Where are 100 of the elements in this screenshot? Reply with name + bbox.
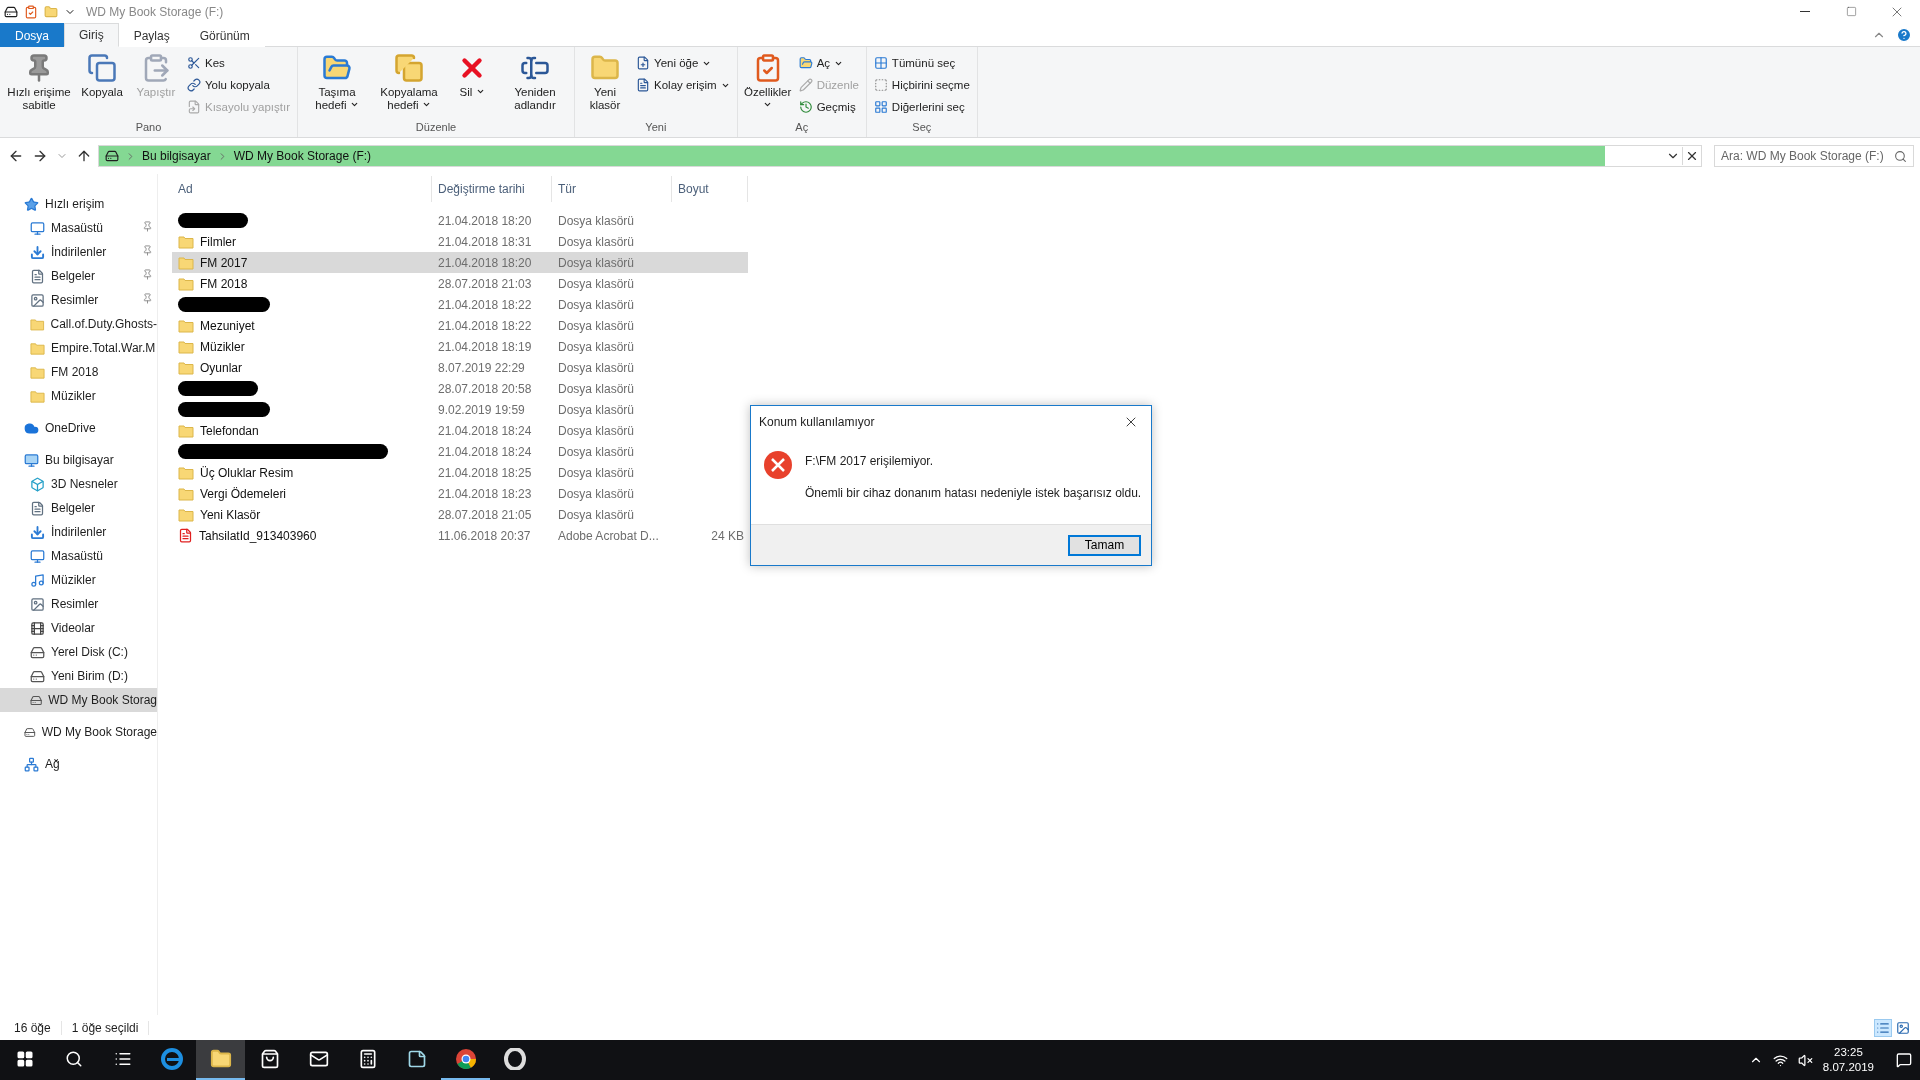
download-icon xyxy=(30,244,45,260)
ribbon-button[interactable]: Kopyalama hedefi xyxy=(374,49,444,121)
ribbon-button[interactable]: Yeni klasör xyxy=(579,49,631,121)
notepad-icon xyxy=(406,1049,427,1069)
computer-icon xyxy=(24,452,39,468)
sidebar-item[interactable]: Müzikler xyxy=(51,573,96,587)
sidebar-item[interactable]: Ağ xyxy=(45,757,60,771)
ok-button[interactable]: Tamam xyxy=(1068,534,1141,556)
folder-icon xyxy=(30,340,45,356)
document-icon xyxy=(30,500,45,516)
folder-icon xyxy=(30,364,45,380)
column-header[interactable]: Tür xyxy=(552,176,672,202)
drive-icon[interactable] xyxy=(4,4,18,19)
file-name[interactable]: Üç Oluklar Resim xyxy=(200,465,294,480)
date-cell-text: 21.04.2018 18:20 xyxy=(437,213,533,228)
sidebar-item[interactable]: Videolar xyxy=(51,621,95,635)
sidebar-item[interactable]: Resimler xyxy=(51,597,99,611)
error-heading: F:\FM 2017 erişilemiyor. xyxy=(805,454,935,468)
date-cell-text: 28.07.2018 20:58 xyxy=(437,381,533,396)
clock-date[interactable]: 8.07.2019 xyxy=(1822,1060,1874,1075)
ribbon-button[interactable]: Yeni öğe xyxy=(633,52,733,74)
date-cell-text: 8.07.2019 22:29 xyxy=(437,360,526,375)
sidebar-item[interactable]: OneDrive xyxy=(45,421,96,435)
path-icon xyxy=(187,78,201,92)
sidebar-item[interactable]: Müzikler xyxy=(51,389,96,403)
file-name[interactable]: Oyunlar xyxy=(200,360,243,375)
sidebar-item[interactable]: WD My Book Storage xyxy=(41,725,157,739)
error-message: Önemli bir cihaz donanım hatası nedeniyle istek başarısız oldu. xyxy=(805,486,1142,500)
ribbon-button[interactable]: Geçmiş xyxy=(795,96,862,118)
sidebar-item[interactable]: Masaüstü xyxy=(51,221,104,235)
ribbon-button[interactable]: Kopyala xyxy=(76,49,128,121)
cube-icon xyxy=(30,476,45,492)
ribbon-tab[interactable]: Giriş xyxy=(64,23,119,47)
type-cell-text: Dosya klasörü xyxy=(557,423,636,438)
film-icon xyxy=(30,620,45,636)
ribbon-button[interactable]: Yeniden adlandır xyxy=(500,49,570,121)
ribbon-button[interactable]: Taşıma hedefi xyxy=(302,49,372,121)
breadcrumb[interactable]: WD My Book Storage (F:) xyxy=(233,149,372,163)
sidebar-item[interactable]: Call.of.Duty.Ghosts- xyxy=(50,317,157,331)
file-name[interactable]: TahsilatId_913403960 xyxy=(199,528,317,543)
sidebar-item[interactable]: Resimler xyxy=(51,293,99,307)
file-name[interactable]: Filmler xyxy=(200,234,236,249)
sidebar-item[interactable]: Belgeler xyxy=(51,501,96,515)
ribbon-button[interactable]: Aç xyxy=(795,52,862,74)
properties-icon[interactable] xyxy=(24,4,38,19)
folder-icon xyxy=(178,317,194,334)
open-icon xyxy=(798,56,813,70)
details-view-button[interactable] xyxy=(1874,1018,1892,1037)
mute-icon[interactable] xyxy=(1797,1052,1813,1068)
sidebar-item[interactable]: Empire.Total.War.M xyxy=(51,341,156,355)
sidebar-item[interactable]: Bu bilgisayar xyxy=(45,453,114,467)
ribbon-button[interactable]: Hızlı erişime sabitle xyxy=(4,49,74,121)
clock-time[interactable]: 23:25 xyxy=(1834,1045,1863,1060)
sidebar-item[interactable]: Hızlı erişim xyxy=(45,197,105,211)
ribbon-button[interactable]: Hiçbirini seçme xyxy=(870,74,973,96)
file-name[interactable]: Vergi Ödemeleri xyxy=(200,486,287,501)
column-header[interactable]: Boyut xyxy=(672,176,748,202)
file-name[interactable]: Yeni Klasör xyxy=(200,507,261,522)
shopping-bag-icon xyxy=(259,1049,280,1069)
file-name[interactable]: Müzikler xyxy=(200,339,245,354)
ribbon-tab[interactable]: Dosya xyxy=(0,23,64,47)
sidebar-item[interactable]: Masaüstü xyxy=(51,549,104,563)
address-bar[interactable]: Bu bilgisayar WD My Book Storage (F:) xyxy=(98,145,1702,167)
file-name[interactable]: FM 2017 xyxy=(200,255,248,270)
sidebar-item[interactable]: Yeni Birim (D:) xyxy=(51,669,128,683)
drive-icon xyxy=(105,149,119,163)
search-field[interactable]: Ara: WD My Book Storage (F:) xyxy=(1714,145,1914,167)
type-cell-text: Dosya klasörü xyxy=(557,444,636,459)
file-name[interactable]: Telefondan xyxy=(200,423,259,438)
sidebar-item[interactable]: Belgeler xyxy=(51,269,96,283)
picture-icon xyxy=(30,292,45,308)
ribbon-button[interactable]: Yolu kopyala xyxy=(184,74,293,96)
column-header[interactable]: Ad xyxy=(172,176,432,202)
taskbar-folder-button[interactable] xyxy=(196,1040,245,1080)
sidebar-item[interactable]: Yerel Disk (C:) xyxy=(51,645,128,659)
column-header[interactable]: Değiştirme tarihi xyxy=(432,176,552,202)
breadcrumb[interactable]: Bu bilgisayar xyxy=(142,149,211,163)
folder-icon xyxy=(178,506,194,523)
ribbon-button[interactable]: Diğerlerini seç xyxy=(870,96,973,118)
ribbon-button[interactable]: Tümünü seç xyxy=(870,52,973,74)
file-name[interactable]: Mezuniyet xyxy=(200,318,255,333)
group-label: Seç xyxy=(911,121,933,135)
ribbon-button[interactable]: Sil xyxy=(446,49,498,121)
sidebar-item[interactable]: İndirilenler xyxy=(51,525,107,539)
type-cell-text: Dosya klasörü xyxy=(557,339,636,354)
sidebar-item[interactable]: 3D Nesneler xyxy=(51,477,118,491)
selected-row[interactable]: FM 2017 21.04.2018 18:20 Dosya klasörü xyxy=(172,252,748,273)
ribbon-button[interactable]: Kolay erişim xyxy=(633,74,733,96)
forward-arrow-icon xyxy=(32,148,48,164)
ribbon-button[interactable]: Kes xyxy=(184,52,293,74)
ribbon-button[interactable]: Özellikler xyxy=(741,49,794,121)
folder-icon xyxy=(178,359,194,376)
type-cell-text: Dosya klasörü xyxy=(557,402,636,417)
sidebar-item[interactable]: İndirilenler xyxy=(51,245,107,259)
help-icon[interactable] xyxy=(1896,26,1912,43)
network-icon[interactable] xyxy=(1772,1052,1788,1068)
notification-icon[interactable] xyxy=(1896,1052,1912,1068)
sidebar-item[interactable]: FM 2018 xyxy=(51,365,99,379)
desktop-icon xyxy=(30,548,45,564)
file-name[interactable]: FM 2018 xyxy=(200,276,248,291)
